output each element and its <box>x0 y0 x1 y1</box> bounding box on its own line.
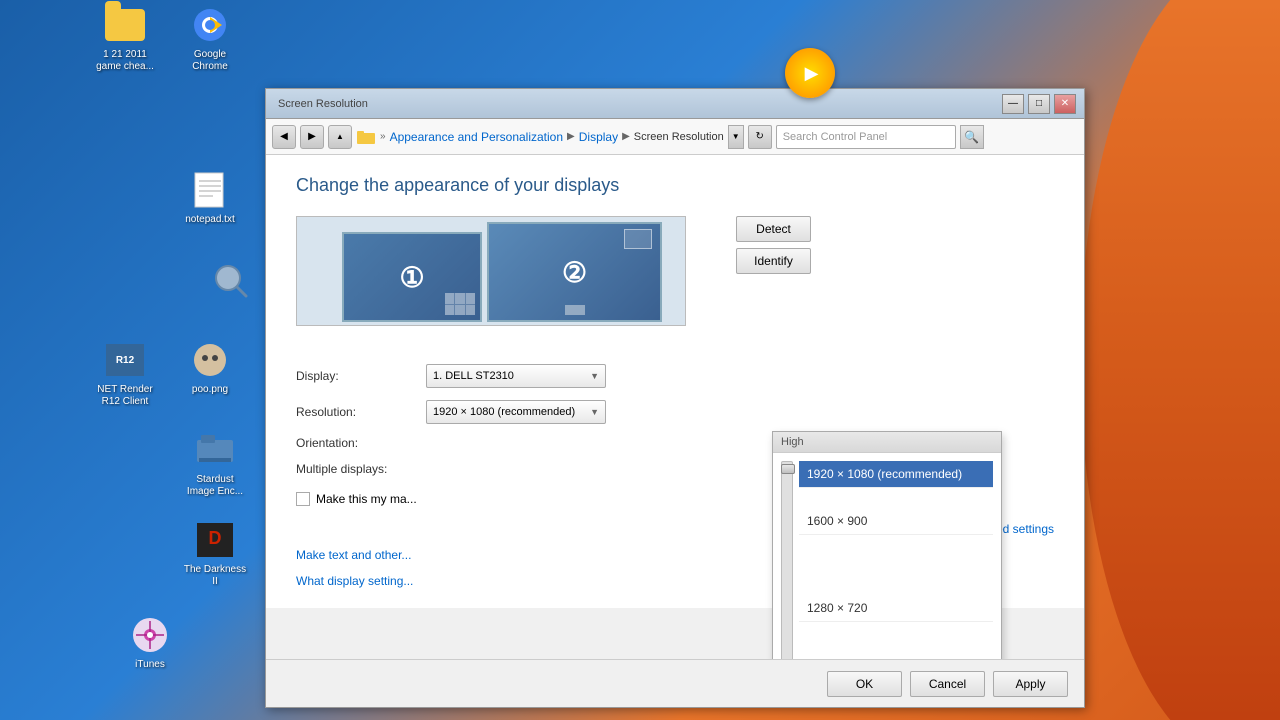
cancel-button[interactable]: Cancel <box>910 671 985 697</box>
make-main-label: Make this my ma... <box>316 492 417 506</box>
desktop-icon-netrender[interactable]: R12 NET RenderR12 Client <box>85 340 165 408</box>
detect-identify-buttons: Detect Identify <box>736 216 811 274</box>
display-dropdown[interactable]: 1. DELL ST2310 ▼ <box>426 364 606 388</box>
display-label: Display: <box>296 369 416 383</box>
window-title: Screen Resolution <box>278 98 368 110</box>
res-dropdown-header: High <box>773 432 1001 453</box>
desktop-icon-magnifier[interactable] <box>190 260 270 304</box>
identify-button[interactable]: Identify <box>736 248 811 274</box>
search-placeholder: Search Control Panel <box>783 131 888 143</box>
breadcrumb-dropdown-button[interactable]: ▼ <box>728 125 744 149</box>
display-dropdown-arrow: ▼ <box>590 371 599 381</box>
make-text-link[interactable]: Make text and other... <box>296 548 411 562</box>
title-bar-controls: — □ ✕ <box>1002 94 1076 114</box>
minimize-button[interactable]: — <box>1002 94 1024 114</box>
desktop-icon-notepad[interactable]: notepad.txt <box>170 170 250 226</box>
breadcrumb-arrow-1: ▶ <box>567 131 575 142</box>
resolution-dropdown-panel: High 1920 × 1080 (recommended) 1600 × 90… <box>772 431 1002 659</box>
desktop-icon-darkness[interactable]: D The DarknessII <box>175 520 255 588</box>
monitor-1-number: ① <box>399 261 424 294</box>
breadcrumb-current: Screen Resolution <box>634 131 724 143</box>
desktop: 1 21 2011game chea... GoogleChrome <box>0 0 1280 720</box>
monitor-2-bottom <box>565 305 585 315</box>
resolution-row: Resolution: 1920 × 1080 (recommended) ▼ <box>296 400 1054 424</box>
window-content-wrapper: Change the appearance of your displays ① <box>266 155 1084 659</box>
res-options-list: 1920 × 1080 (recommended) 1600 × 900 128… <box>799 461 993 659</box>
forward-button[interactable]: ▶ <box>300 125 324 149</box>
display-preview: ① ② <box>296 216 686 326</box>
desktop-wallpaper-blob <box>1080 0 1280 720</box>
make-main-checkbox[interactable] <box>296 492 310 506</box>
screen-resolution-window: Screen Resolution — □ ✕ ◀ ▶ ▲ » Appearan… <box>265 88 1085 708</box>
resolution-dropdown-trigger[interactable]: 1920 × 1080 (recommended) ▼ <box>426 400 606 424</box>
res-slider-track[interactable] <box>781 461 793 659</box>
breadcrumb-display[interactable]: Display <box>579 130 618 144</box>
title-bar: Screen Resolution — □ ✕ <box>266 89 1084 119</box>
up-button[interactable]: ▲ <box>328 125 352 149</box>
display-value: 1. DELL ST2310 <box>433 370 514 382</box>
display-preview-row: ① ② <box>296 216 1054 346</box>
monitor-2-number: ② <box>562 256 587 289</box>
back-button[interactable]: ◀ <box>272 125 296 149</box>
resolution-dropdown-arrow: ▼ <box>590 407 599 417</box>
monitor-2-mini <box>624 229 652 249</box>
resolution-label: Resolution: <box>296 405 416 419</box>
maximize-button[interactable]: □ <box>1028 94 1050 114</box>
res-option-1600[interactable]: 1600 × 900 <box>799 508 993 535</box>
folder-icon <box>356 127 376 147</box>
monitor-1[interactable]: ① <box>342 232 482 322</box>
desktop-icon-itunes[interactable]: iTunes <box>110 615 190 671</box>
res-option-1920[interactable]: 1920 × 1080 (recommended) <box>799 461 993 488</box>
button-bar: OK Cancel Apply <box>266 659 1084 707</box>
desktop-icon-chrome[interactable]: GoogleChrome <box>170 5 250 73</box>
monitor-2[interactable]: ② <box>487 222 662 322</box>
breadcrumb-separator-1: » <box>380 131 386 142</box>
display-row: Display: 1. DELL ST2310 ▼ <box>296 364 1054 388</box>
desktop-icon-stardust[interactable]: StardustImage Enc... <box>175 430 255 498</box>
desktop-icons-area: 1 21 2011game chea... GoogleChrome <box>0 0 270 720</box>
res-option-1280[interactable]: 1280 × 720 <box>799 595 993 622</box>
search-box[interactable]: Search Control Panel <box>776 125 956 149</box>
search-button[interactable]: 🔍 <box>960 125 984 149</box>
desktop-icon-gamecheat[interactable]: 1 21 2011game chea... <box>85 5 165 73</box>
desktop-icon-poo[interactable]: poo.png <box>170 340 250 396</box>
address-bar: ◀ ▶ ▲ » Appearance and Personalization ▶… <box>266 119 1084 155</box>
refresh-button[interactable]: ↻ <box>748 125 772 149</box>
close-button[interactable]: ✕ <box>1054 94 1076 114</box>
breadcrumb-arrow-2: ▶ <box>622 131 630 142</box>
apply-button[interactable]: Apply <box>993 671 1068 697</box>
svg-text:D: D <box>209 528 222 548</box>
orientation-label: Orientation: <box>296 436 416 450</box>
resolution-value: 1920 × 1080 (recommended) <box>433 406 575 418</box>
multiple-displays-label: Multiple displays: <box>296 462 416 476</box>
page-title: Change the appearance of your displays <box>296 175 1054 196</box>
what-display-link[interactable]: What display setting... <box>296 574 413 588</box>
play-button[interactable] <box>785 48 835 98</box>
res-slider-thumb[interactable] <box>781 464 795 474</box>
breadcrumb-appearance[interactable]: Appearance and Personalization <box>390 130 563 144</box>
res-slider-area: 1920 × 1080 (recommended) 1600 × 900 128… <box>773 453 1001 659</box>
monitor-1-grid <box>445 293 475 315</box>
detect-button[interactable]: Detect <box>736 216 811 242</box>
ok-button[interactable]: OK <box>827 671 902 697</box>
